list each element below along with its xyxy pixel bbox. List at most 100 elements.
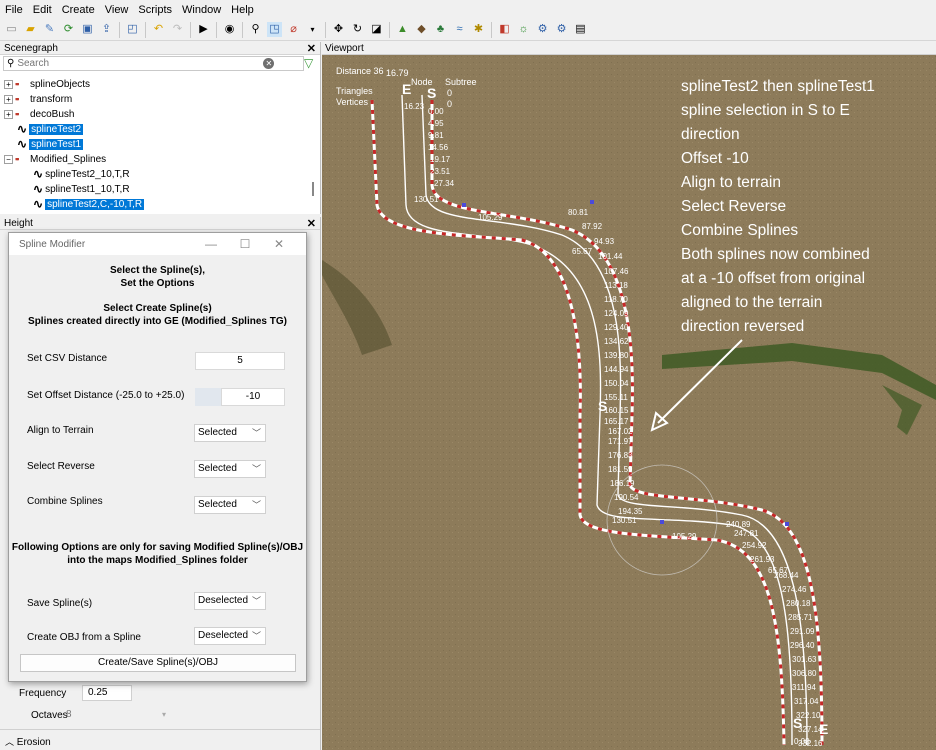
select-icon[interactable]: ◳	[267, 22, 282, 37]
redo-icon[interactable]: ↷	[170, 22, 185, 37]
viewport[interactable]: Distance 36 16.79 Triangles Vertices Nod…	[322, 55, 936, 750]
tree-item-modified-splines[interactable]: − ▪▪ Modified_Splines	[4, 152, 106, 166]
forest-icon[interactable]: ♣	[433, 22, 448, 37]
erosion-section[interactable]: ︿ Erosion	[5, 735, 51, 748]
distance-label-lower-0: 167.02	[608, 427, 633, 436]
distance-label-upper-24: 155.11	[604, 393, 628, 402]
distance-label-upper-16: 113.18	[604, 281, 628, 290]
octaves-label: Octaves	[31, 710, 68, 721]
csv-distance-input[interactable]: 5	[195, 352, 285, 370]
clear-search-icon[interactable]: ✕	[263, 58, 275, 69]
tools-icon[interactable]: ⚙	[554, 22, 569, 37]
menu-view[interactable]: View	[105, 4, 129, 16]
scenegraph-panel: Scenegraph ✕ ⚲ ✕ ▽ + ▪▪ splineObjects + …	[0, 42, 321, 214]
create-save-button[interactable]: Create/Save Spline(s)/OBJ	[20, 654, 296, 672]
save-note-2: into the maps Modified_Splines folder	[67, 555, 248, 566]
height-header: Height ✕	[0, 217, 320, 230]
close-icon[interactable]: ✕	[307, 42, 316, 55]
search-row: ⚲ ✕ ▽	[0, 55, 320, 72]
sync-icon[interactable]: ☼	[516, 22, 531, 37]
tree-item-decobush[interactable]: + ▪▪ decoBush	[4, 107, 74, 121]
no-select-icon[interactable]: ⌀	[286, 22, 301, 37]
scale-icon[interactable]: ◪	[369, 22, 384, 37]
package-icon[interactable]: ▤	[573, 22, 588, 37]
distance-label-lower-16: 280.18	[786, 599, 811, 608]
refresh-icon[interactable]: ⟳	[61, 22, 76, 37]
frequency-input[interactable]: 0.25	[82, 685, 132, 701]
distance-label-lower-17: 285.71	[788, 613, 813, 622]
reverse-select[interactable]: Selected ﹀	[194, 460, 266, 478]
distance-label-upper-23: 150.04	[604, 379, 629, 388]
open-folder-icon[interactable]: ▰	[23, 22, 38, 37]
menu-edit[interactable]: Edit	[33, 4, 52, 16]
toolbar-separator	[145, 21, 146, 38]
minimize-icon[interactable]: —	[194, 237, 228, 251]
spline-icon: ∿	[17, 137, 28, 151]
tree-item-splinetest1-10[interactable]: ∿ splineTest1_10,T,R	[33, 182, 130, 196]
chevron-down-icon: ﹀	[251, 428, 261, 438]
undo-icon[interactable]: ↶	[151, 22, 166, 37]
close-icon[interactable]: ✕	[262, 237, 296, 251]
spline-icon: ∿	[33, 197, 44, 211]
tree-scrollbar[interactable]	[312, 182, 314, 196]
settings-icon[interactable]: ⚙	[535, 22, 550, 37]
distance-label-lower-20: 301.63	[792, 655, 817, 664]
prefab-icon[interactable]: ◧	[497, 22, 512, 37]
tree-item-splineobjects[interactable]: + ▪▪ splineObjects	[4, 77, 90, 91]
distance-label-upper-2: 4.95	[428, 119, 444, 128]
distance-label-upper-26: 165.17	[604, 417, 629, 426]
distance-label-upper-22: 144.94	[604, 365, 629, 374]
distance-label-lower-7: 130.51	[612, 516, 637, 525]
align-terrain-select[interactable]: Selected ﹀	[194, 424, 266, 442]
tree-item-transform[interactable]: + ▪▪ transform	[4, 92, 72, 106]
dropdown-icon[interactable]: ▾	[305, 22, 320, 37]
combine-select[interactable]: Selected ﹀	[194, 496, 266, 514]
tree-item-splinetest2[interactable]: ∿ splineTest2	[17, 122, 84, 136]
screenshot-icon[interactable]: ◰	[125, 22, 140, 37]
river-icon[interactable]: ≈	[452, 22, 467, 37]
save-note-1: Following Options are only for saving Mo…	[11, 542, 304, 553]
play-icon[interactable]: ▶	[196, 22, 211, 37]
search-input[interactable]	[17, 58, 258, 69]
collapse-icon[interactable]: −	[4, 154, 13, 164]
tree-item-splinetest1[interactable]: ∿ splineTest1	[17, 137, 84, 151]
edit-icon[interactable]: ✎	[42, 22, 57, 37]
zoom-icon[interactable]: ⚲	[248, 22, 263, 37]
close-icon[interactable]: ✕	[307, 217, 316, 230]
menu-scripts[interactable]: Scripts	[138, 4, 172, 16]
octaves-select[interactable]: 8 ▾	[66, 707, 166, 723]
menu-window[interactable]: Window	[182, 4, 221, 16]
decal-icon[interactable]: ✱	[471, 22, 486, 37]
distance-label-lower-5: 190.54	[614, 493, 639, 502]
move-icon[interactable]: ✥	[331, 22, 346, 37]
offset-distance-input[interactable]: -10	[221, 388, 285, 406]
menu-file[interactable]: File	[5, 4, 23, 16]
expand-icon[interactable]: +	[4, 94, 13, 104]
expand-icon[interactable]: +	[4, 109, 13, 119]
road-icon[interactable]: ◆	[414, 22, 429, 37]
distance-label-lower-22: 311.94	[792, 683, 816, 692]
create-obj-select[interactable]: Deselected ﹀	[194, 627, 266, 645]
export-icon[interactable]: ⇪	[99, 22, 114, 37]
distance-label-upper-14: 101.44	[598, 252, 623, 261]
annotation-text: splineTest2 then splineTest1 spline sele…	[681, 78, 875, 335]
distance-label-lower-19: 296.40	[790, 641, 815, 650]
offset-spacer	[195, 388, 221, 406]
maximize-icon[interactable]: ☐	[228, 237, 262, 251]
dialog-titlebar[interactable]: Spline Modifier — ☐ ✕	[9, 233, 306, 255]
expand-icon[interactable]: +	[4, 79, 13, 89]
menu-create[interactable]: Create	[62, 4, 95, 16]
distance-label-lower-2: 176.83	[608, 451, 633, 460]
new-file-icon[interactable]: ▭	[4, 22, 19, 37]
tree-item-splinetest2-combined[interactable]: ∿ splineTest2,C,-10,T,R	[33, 197, 145, 211]
filter-icon[interactable]: ▽	[304, 57, 317, 70]
eye-icon[interactable]: ◉	[222, 22, 237, 37]
tree-item-splinetest2-10[interactable]: ∿ splineTest2_10,T,R	[33, 167, 130, 181]
menu-help[interactable]: Help	[231, 4, 254, 16]
save-icon[interactable]: ▣	[80, 22, 95, 37]
chevron-down-icon: ﹀	[251, 596, 261, 606]
terrain-paint-icon[interactable]: ▲	[395, 22, 410, 37]
distance-label-lower-8: 105.29	[672, 532, 697, 541]
save-splines-select[interactable]: Deselected ﹀	[194, 592, 266, 610]
rotate-icon[interactable]: ↻	[350, 22, 365, 37]
